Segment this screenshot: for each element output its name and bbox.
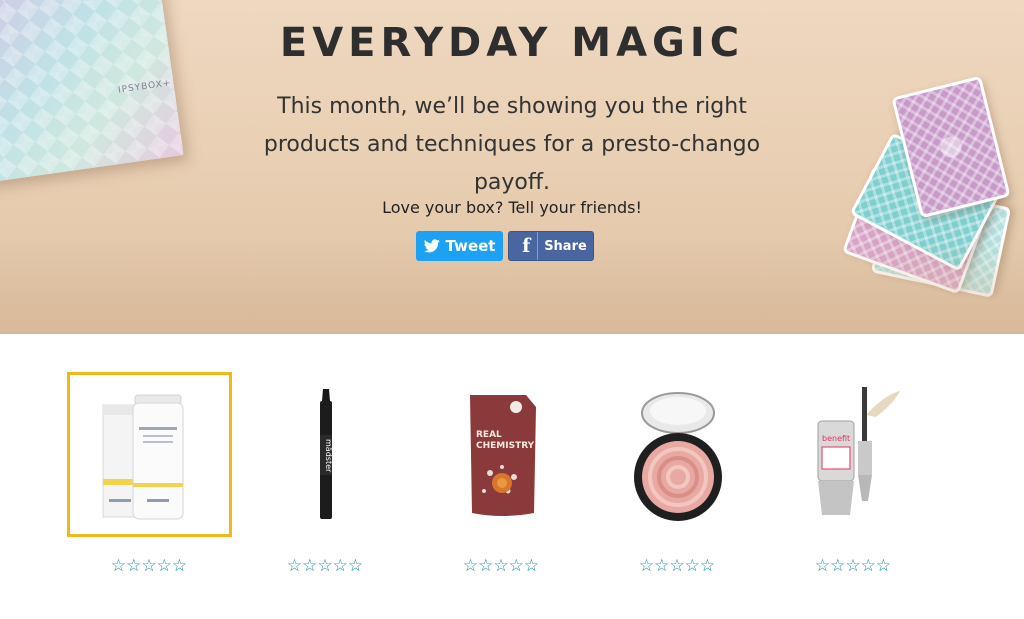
share-prompt: Love your box? Tell your friends! [382, 198, 642, 217]
brow-gel-icon: benefit [817, 386, 900, 515]
setting-mist-bottle-icon [102, 394, 183, 520]
facebook-share-button[interactable]: f Share [508, 231, 594, 261]
svg-text:REAL: REAL [476, 430, 502, 440]
product-tile-eyeliner[interactable]: mädster [243, 372, 408, 537]
svg-text:mädster: mädster [324, 439, 333, 473]
facebook-f-icon: f [515, 232, 539, 260]
hero-banner: IPSYBOX+ EVERYDAY MAGIC This month, we’l… [0, 0, 1024, 334]
eyeliner-pencil-icon: mädster [319, 389, 333, 519]
hero-subtitle: This month, we’ll be showing you the rig… [263, 94, 761, 195]
rating-stars[interactable]: ☆☆☆☆☆ [280, 556, 370, 576]
tweet-button-label: Tweet [445, 237, 496, 255]
mask-pouch-icon: REAL CHEMISTRY [469, 395, 536, 516]
product-grid: ☆☆☆☆☆ mädster ☆☆☆☆☆ REAL CHEMISTRY ☆☆☆☆☆ [0, 334, 1024, 619]
hero-title: EVERYDAY MAGIC [279, 20, 745, 66]
product-tile-brow-gel[interactable]: benefit [771, 372, 936, 537]
rating-stars[interactable]: ☆☆☆☆☆ [808, 556, 898, 576]
svg-text:benefit: benefit [822, 434, 850, 443]
rating-stars[interactable]: ☆☆☆☆☆ [104, 556, 194, 576]
product-tile-highlighter[interactable] [595, 372, 760, 537]
tweet-button[interactable]: Tweet [416, 231, 503, 261]
share-button-label: Share [544, 238, 587, 254]
rating-stars[interactable]: ☆☆☆☆☆ [632, 556, 722, 576]
product-tile-mask-pouch[interactable]: REAL CHEMISTRY [419, 372, 584, 537]
svg-text:CHEMISTRY: CHEMISTRY [476, 441, 535, 451]
twitter-bird-icon [423, 239, 440, 253]
rating-stars[interactable]: ☆☆☆☆☆ [456, 556, 546, 576]
highlighter-compact-icon [633, 391, 722, 521]
product-tile-setting-mist[interactable] [67, 372, 232, 537]
